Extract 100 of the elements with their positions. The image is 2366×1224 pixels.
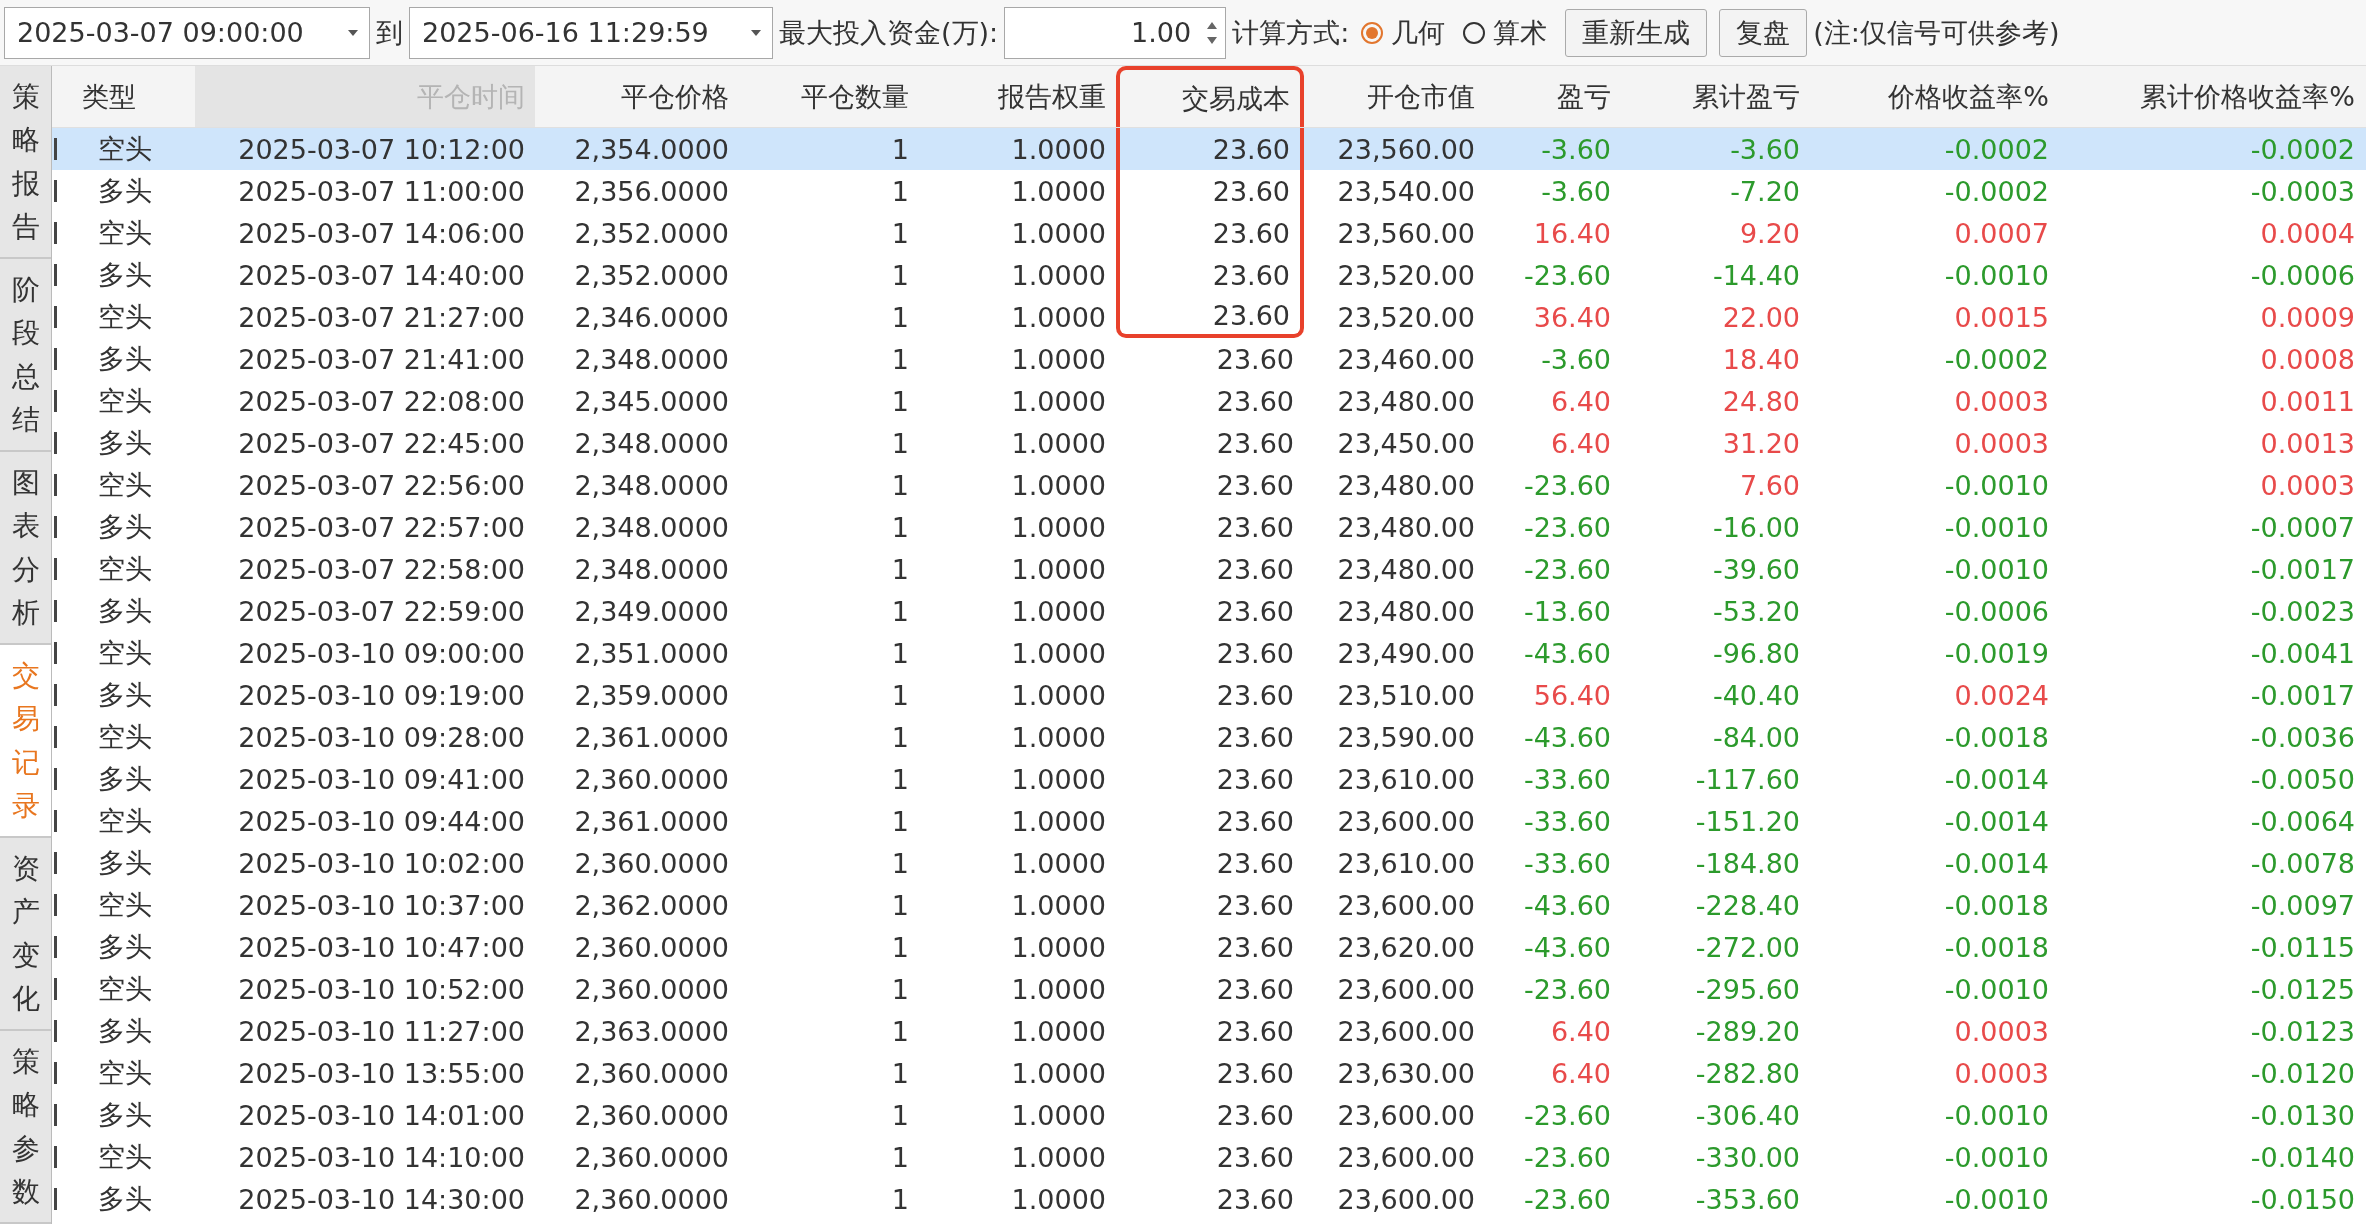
table-row[interactable]: 多头 2025-03-07 22:57:00 2,348.0000 1 1.0000 23.60 23,480.00 -23.60 -16.00 -0.0010 -0.0007 [52, 506, 2366, 548]
table-row[interactable]: 空头 2025-03-10 09:44:00 2,361.0000 1 1.0000 23.60 23,600.00 -33.60 -151.20 -0.0014 -0.0064 [52, 800, 2366, 842]
row-edge-mark [54, 222, 57, 244]
column-header[interactable]: 平仓数量 [739, 66, 919, 127]
table-row[interactable]: 空头 2025-03-10 13:55:00 2,360.0000 1 1.0000 23.60 23,630.00 6.40 -282.80 0.0003 -0.0120 [52, 1052, 2366, 1094]
table-row[interactable]: 多头 2025-03-10 11:27:00 2,363.0000 1 1.0000 23.60 23,600.00 6.40 -289.20 0.0003 -0.0123 [52, 1010, 2366, 1052]
action-button[interactable]: 复盘 [1719, 8, 1808, 57]
table-cell: -16.00 [1712, 511, 1800, 543]
row-edge-mark [54, 894, 57, 916]
action-button[interactable]: 重新生成 [1565, 8, 1708, 57]
date-dropdown[interactable]: 2025-03-07 09:00:00 [4, 6, 370, 59]
table-cell: 23,610.00 [1337, 763, 1475, 795]
table-cell: -0.0140 [2250, 1141, 2355, 1173]
table-cell-text: 多头 [98, 510, 152, 544]
date-dropdown[interactable]: 2025-06-16 11:29:59 [409, 6, 773, 59]
column-header[interactable]: 累计价格收益率% [2059, 66, 2365, 127]
table-cell: 1.0000 [1011, 847, 1106, 879]
table-cell: 2025-03-10 14:01:00 [238, 1099, 525, 1131]
table-cell: 2,360.0000 [574, 931, 729, 963]
table-cell: -23.60 [1523, 1099, 1611, 1131]
table-row[interactable]: 空头 2025-03-07 22:56:00 2,348.0000 1 1.0000 23.60 23,480.00 -23.60 7.60 -0.0010 0.0003 [52, 464, 2366, 506]
table-cell: 23,520.00 [1337, 259, 1475, 291]
dropdown-caret-icon[interactable] [750, 28, 762, 37]
table-row[interactable]: 多头 2025-03-07 22:45:00 2,348.0000 1 1.0000 23.60 23,450.00 6.40 31.20 0.0003 0.0013 [52, 422, 2366, 464]
row-edge-mark [54, 180, 57, 202]
table-cell: 1.0000 [1011, 469, 1106, 501]
table-row[interactable]: 空头 2025-03-10 14:10:00 2,360.0000 1 1.0000 23.60 23,600.00 -23.60 -330.00 -0.0010 -0.0140 [52, 1136, 2366, 1178]
table-cell: -0.0150 [2250, 1183, 2355, 1215]
column-header[interactable]: 累计盈亏 [1621, 66, 1810, 127]
column-header[interactable]: 类型 [74, 66, 195, 127]
table-cell-text: 空头 [98, 1056, 152, 1090]
table-cell: 2,363.0000 [574, 1015, 729, 1047]
table-cell: 1 [891, 721, 909, 753]
table-cell: 36.40 [1533, 301, 1611, 333]
table-row[interactable]: 空头 2025-03-07 22:58:00 2,348.0000 1 1.0000 23.60 23,480.00 -23.60 -39.60 -0.0010 -0.0017 [52, 548, 2366, 590]
row-edge-mark [54, 348, 57, 370]
table-cell: 23.60 [1216, 679, 1294, 711]
table-row[interactable]: 多头 2025-03-07 22:59:00 2,349.0000 1 1.0000 23.60 23,480.00 -13.60 -53.20 -0.0006 -0.0023 [52, 590, 2366, 632]
table-row[interactable]: 多头 2025-03-10 09:41:00 2,360.0000 1 1.0000 23.60 23,610.00 -33.60 -117.60 -0.0014 -0.0050 [52, 758, 2366, 800]
table-row[interactable]: 多头 2025-03-10 10:47:00 2,360.0000 1 1.0000 23.60 23,620.00 -43.60 -272.00 -0.0018 -0.0115 [52, 926, 2366, 968]
table-cell: 1 [891, 175, 909, 207]
table-cell: 2025-03-10 10:47:00 [238, 931, 525, 963]
table-row[interactable]: 空头 2025-03-07 21:27:00 2,346.0000 1 1.0000 23.60 23,520.00 36.40 22.00 0.0015 0.0009 [52, 296, 2366, 338]
method-radio[interactable]: 几何 [1355, 14, 1452, 51]
table-cell: -84.00 [1712, 721, 1800, 753]
table-cell: 2,360.0000 [574, 763, 729, 795]
row-edge-mark [54, 936, 57, 958]
row-edge-mark [54, 558, 57, 580]
table-row[interactable]: 空头 2025-03-07 22:08:00 2,345.0000 1 1.0000 23.60 23,480.00 6.40 24.80 0.0003 0.0011 [52, 380, 2366, 422]
column-header[interactable]: 盈亏 [1485, 66, 1621, 127]
table-row[interactable]: 空头 2025-03-07 10:12:00 2,354.0000 1 1.0000 23.60 23,560.00 -3.60 -3.60 -0.0002 -0.0002 [52, 128, 2366, 170]
table-cell: -23.60 [1523, 973, 1611, 1005]
table-cell: -43.60 [1523, 931, 1611, 963]
table-cell: 1 [891, 805, 909, 837]
table-row[interactable]: 多头 2025-03-10 14:01:00 2,360.0000 1 1.0000 23.60 23,600.00 -23.60 -306.40 -0.0010 -0.0130 [52, 1094, 2366, 1136]
table-row[interactable]: 多头 2025-03-07 21:41:00 2,348.0000 1 1.0000 23.60 23,460.00 -3.60 18.40 -0.0002 0.0008 [52, 338, 2366, 380]
dropdown-caret-icon[interactable] [347, 28, 359, 37]
table-row[interactable]: 多头 2025-03-07 14:40:00 2,352.0000 1 1.0000 23.60 23,520.00 -23.60 -14.40 -0.0010 -0.0006 [52, 254, 2366, 296]
column-header[interactable]: 价格收益率% [1810, 66, 2059, 127]
capital-label: 最大投入资金(万): [779, 15, 999, 50]
table-cell: -295.60 [1695, 973, 1800, 1005]
column-header[interactable]: 平仓价格 [535, 66, 739, 127]
table-cell: 1 [891, 889, 909, 921]
capital-spin-field[interactable]: 1.00 [1004, 6, 1227, 59]
table-cell: 2025-03-10 10:37:00 [238, 889, 525, 921]
table-row[interactable]: 多头 2025-03-10 09:19:00 2,359.0000 1 1.0000 23.60 23,510.00 56.40 -40.40 0.0024 -0.0017 [52, 674, 2366, 716]
table-cell: 1.0000 [1011, 1057, 1106, 1089]
table-cell: 23.60 [1212, 133, 1290, 165]
table-cell: 0.0003 [1954, 1015, 2049, 1047]
table-row[interactable]: 空头 2025-03-10 09:28:00 2,361.0000 1 1.0000 23.60 23,590.00 -43.60 -84.00 -0.0018 -0.0036 [52, 716, 2366, 758]
table-cell: -40.40 [1712, 679, 1800, 711]
table-cell-text: 空头 [98, 468, 152, 502]
table-row[interactable]: 空头 2025-03-10 09:00:00 2,351.0000 1 1.0000 23.60 23,490.00 -43.60 -96.80 -0.0019 -0.0041 [52, 632, 2366, 674]
table-cell: 1 [891, 343, 909, 375]
table-cell: -7.20 [1730, 175, 1800, 207]
table-row[interactable]: 多头 2025-03-10 14:30:00 2,360.0000 1 1.0000 23.60 23,600.00 -23.60 -353.60 -0.0010 -0.0150 [52, 1178, 2366, 1220]
table-cell: -0.0115 [2250, 931, 2355, 963]
table-row[interactable]: 多头 2025-03-10 10:02:00 2,360.0000 1 1.0000 23.60 23,610.00 -33.60 -184.80 -0.0014 -0.0078 [52, 842, 2366, 884]
table-cell: 23,630.00 [1337, 1057, 1475, 1089]
table-cell: 6.40 [1550, 1015, 1611, 1047]
row-edge-mark [54, 432, 57, 454]
table-cell: -3.60 [1541, 133, 1611, 165]
table-cell: 1 [891, 679, 909, 711]
table-row[interactable]: 空头 2025-03-10 10:37:00 2,362.0000 1 1.0000 23.60 23,600.00 -43.60 -228.40 -0.0018 -0.0097 [52, 884, 2366, 926]
method-label: 计算方式: [1232, 15, 1350, 50]
table-row[interactable]: 空头 2025-03-07 14:06:00 2,352.0000 1 1.0000 23.60 23,560.00 16.40 9.20 0.0007 0.0004 [52, 212, 2366, 254]
table-cell: 2025-03-10 09:19:00 [238, 679, 525, 711]
method-radio[interactable]: 算术 [1457, 14, 1554, 51]
table-cell: 23,450.00 [1337, 427, 1475, 459]
table-cell: -282.80 [1695, 1057, 1800, 1089]
table-cell: 2,348.0000 [574, 343, 729, 375]
table-cell: 1.0000 [1011, 1183, 1106, 1215]
table-cell: 23.60 [1216, 637, 1294, 669]
table-cell: 2025-03-10 14:30:00 [238, 1183, 525, 1215]
column-header[interactable]: 报告权重 [919, 66, 1116, 127]
table-cell: 1.0000 [1011, 343, 1106, 375]
table-row[interactable]: 空头 2025-03-10 10:52:00 2,360.0000 1 1.0000 23.60 23,600.00 -23.60 -295.60 -0.0010 -0.0125 [52, 968, 2366, 1010]
column-header[interactable]: 开仓市值 [1304, 66, 1485, 127]
table-cell-text: 多头 [98, 342, 152, 376]
table-row[interactable]: 多头 2025-03-07 11:00:00 2,356.0000 1 1.0000 23.60 23,540.00 -3.60 -7.20 -0.0002 -0.0003 [52, 170, 2366, 212]
